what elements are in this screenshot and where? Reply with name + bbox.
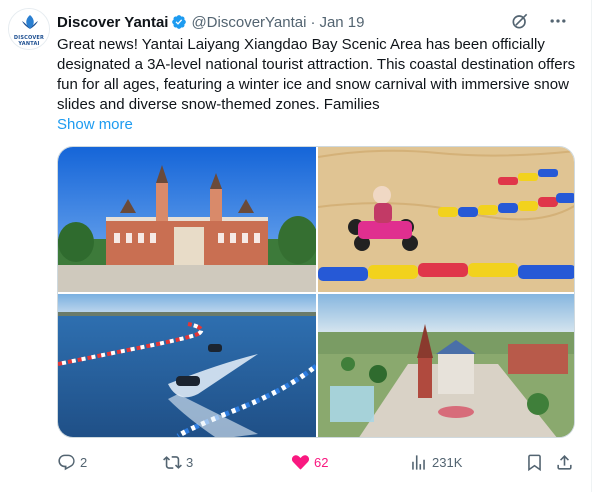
photo-aerial-town[interactable] — [318, 294, 574, 437]
reply-count: 2 — [80, 454, 88, 470]
heart-icon — [291, 454, 310, 469]
author-name[interactable]: Discover Yantai — [57, 14, 168, 31]
reply-button[interactable]: 2 — [57, 451, 87, 473]
reply-icon — [58, 454, 75, 470]
media-grid — [57, 146, 575, 438]
grok-icon[interactable] — [509, 10, 531, 32]
like-button[interactable]: 62 — [291, 451, 328, 473]
tweet-header: Discover Yantai @DiscoverYantai · Jan 19 — [57, 12, 365, 32]
avatar[interactable]: DISCOVER YANTAI — [8, 8, 50, 50]
show-more-link[interactable]: Show more — [57, 115, 133, 135]
retweet-button[interactable]: 3 — [163, 451, 193, 473]
verified-badge-icon — [172, 15, 187, 29]
separator: · — [310, 13, 316, 31]
author-handle[interactable]: @DiscoverYantai — [191, 14, 306, 31]
bookmark-button[interactable] — [525, 451, 544, 473]
share-button[interactable] — [555, 451, 574, 473]
photo-castle-building[interactable] — [58, 147, 316, 292]
retweet-icon — [163, 455, 182, 469]
tweet-text: Great news! Yantai Laiyang Xiangdao Bay … — [57, 36, 576, 113]
avatar-logo-text: DISCOVER YANTAI — [13, 35, 45, 47]
tweet-date[interactable]: Jan 19 — [319, 14, 364, 31]
bookmark-icon — [528, 454, 541, 471]
retweet-count: 3 — [186, 454, 194, 470]
like-count: 62 — [314, 454, 329, 470]
views-button[interactable]: 231K — [409, 451, 462, 473]
views-count: 231K — [432, 454, 463, 470]
views-icon — [412, 454, 425, 470]
photo-lake-jetski[interactable] — [58, 294, 316, 437]
top-actions — [509, 10, 569, 32]
share-icon — [557, 454, 572, 470]
photo-sand-go-kart[interactable] — [318, 147, 574, 292]
action-bar: 2 3 62 231K — [57, 451, 575, 473]
tweet-card[interactable]: DISCOVER YANTAI Discover Yantai @Discove… — [0, 0, 592, 492]
more-icon[interactable] — [547, 10, 569, 32]
